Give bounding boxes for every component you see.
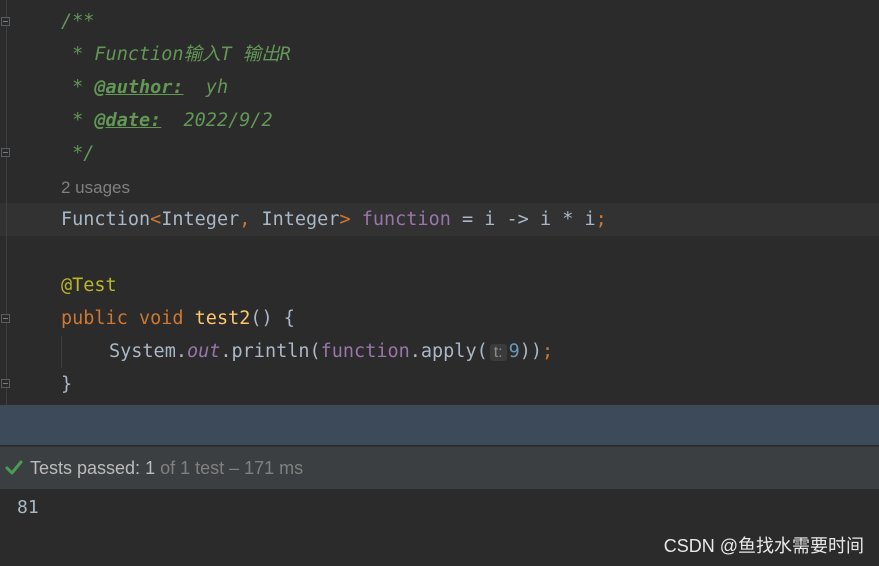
- parameter-hint: t:: [489, 344, 507, 361]
- println-statement: System.out.println(function.apply(t: 9));: [109, 335, 553, 368]
- generic-close: >: [339, 209, 351, 230]
- method-params: () {: [250, 308, 295, 329]
- comma: ,: [239, 209, 251, 230]
- method-signature: public void test2() {: [61, 302, 295, 335]
- panel-separator[interactable]: [0, 405, 879, 445]
- doc-prefix: *: [61, 77, 95, 98]
- watermark: CSDN @鱼找水需要时间: [663, 536, 864, 556]
- test-status-text: Tests passed: 1 of 1 test – 171 ms: [30, 447, 303, 489]
- doc-comment-open: /**: [61, 11, 95, 32]
- semicolon: ;: [542, 341, 554, 362]
- fold-toggle-icon[interactable]: [1, 314, 10, 323]
- tests-passed-label: Tests passed:: [30, 458, 146, 478]
- argument-value: 9: [508, 341, 520, 362]
- type-integer: Integer: [250, 209, 340, 230]
- call-end: )): [519, 341, 543, 362]
- keyword-public: public: [61, 308, 128, 329]
- fold-toggle-icon[interactable]: [1, 379, 10, 388]
- check-icon: [4, 447, 24, 489]
- code-editor[interactable]: /** * Function输入T 输出R * @author: yh * @d…: [0, 0, 879, 405]
- function-declaration: Function<Integer, Integer> function = i …: [61, 203, 607, 236]
- method-name: test2: [183, 308, 251, 329]
- lambda-expression: = i -> i * i: [450, 209, 596, 230]
- keyword-void: void: [127, 308, 184, 329]
- out-field: out: [186, 341, 221, 362]
- date-value: 2022/9/2: [161, 110, 273, 131]
- system-class: System.: [109, 341, 187, 362]
- doc-comment-close: */: [61, 143, 95, 164]
- author-tag: @author:: [94, 77, 184, 98]
- fold-toggle-icon[interactable]: [1, 17, 10, 26]
- doc-comment-date: * @date: 2022/9/2: [61, 104, 273, 137]
- field-name: function: [350, 209, 451, 230]
- console-output-line: 81: [17, 497, 39, 518]
- type-function: Function: [61, 209, 151, 230]
- semicolon: ;: [595, 209, 607, 230]
- test-status-bar: Tests passed: 1 of 1 test – 171 ms: [0, 446, 879, 489]
- function-ref: function: [320, 341, 410, 362]
- doc-comment-description: * Function输入T 输出R: [61, 44, 291, 65]
- println-call: .println(: [220, 341, 321, 362]
- author-value: yh: [183, 77, 229, 98]
- generic-open: <: [150, 209, 162, 230]
- date-tag: @date:: [94, 110, 162, 131]
- fold-toggle-icon[interactable]: [1, 148, 10, 157]
- tests-summary: of 1 test – 171 ms: [155, 458, 304, 478]
- test-annotation: @Test: [61, 275, 117, 296]
- gutter-divider: [6, 0, 7, 405]
- apply-call: .apply(: [409, 341, 488, 362]
- type-integer: Integer: [161, 209, 240, 230]
- doc-prefix: *: [61, 110, 95, 131]
- method-close-brace: }: [61, 374, 73, 395]
- indent-guide: [61, 336, 62, 368]
- doc-comment-author: * @author: yh: [61, 71, 228, 104]
- tests-passed-count: 1: [145, 458, 156, 478]
- usages-hint[interactable]: 2 usages: [61, 171, 130, 204]
